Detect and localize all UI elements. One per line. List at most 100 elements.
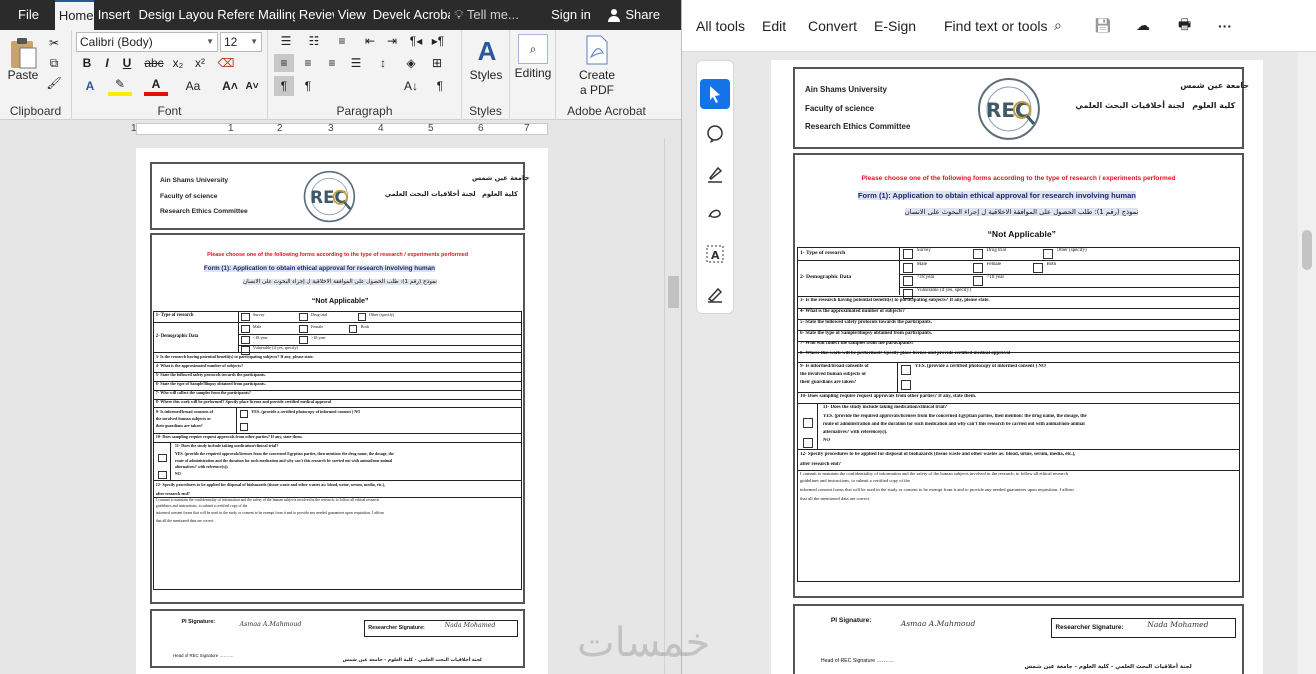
comment-icon[interactable] — [700, 119, 730, 149]
rtl-direction-icon[interactable]: ¶ — [274, 76, 294, 96]
styles-icon[interactable]: A — [470, 34, 504, 68]
tab-design[interactable]: Design — [135, 0, 175, 30]
multilevel-list-icon[interactable]: ≡ — [330, 32, 354, 50]
print-icon[interactable]: 🖶 — [1178, 14, 1218, 38]
bold-button[interactable]: B — [78, 54, 96, 72]
word-vertical-scrollbar[interactable] — [664, 138, 681, 674]
paste-button[interactable] — [6, 34, 40, 72]
sort-icon[interactable]: A↓ — [400, 76, 422, 96]
checkbox[interactable] — [803, 438, 813, 449]
sign-in-link[interactable]: Sign in — [547, 0, 603, 30]
acrobat-page[interactable]: Ain Shams University Faculty of science Re… — [771, 60, 1263, 674]
bullets-icon[interactable]: ☰ — [274, 32, 298, 50]
align-center-icon[interactable]: ≡ — [298, 54, 318, 72]
tab-file[interactable]: File — [0, 0, 55, 30]
more-options-icon[interactable]: ··· — [1218, 18, 1248, 34]
checkbox[interactable] — [158, 454, 167, 463]
draw-freehand-icon[interactable] — [700, 199, 730, 229]
create-pdf-icon[interactable] — [582, 34, 612, 66]
tab-mailings[interactable]: Mailings — [254, 0, 295, 30]
checkbox[interactable] — [158, 470, 167, 480]
subscript-button[interactable]: x₂ — [168, 54, 188, 72]
find-text-tools[interactable]: Find text or tools — [944, 18, 1054, 34]
scroll-thumb[interactable] — [1302, 230, 1312, 270]
checkbox[interactable] — [900, 380, 911, 391]
select-cursor-icon[interactable] — [700, 79, 730, 109]
borders-icon[interactable]: ⊞ — [426, 54, 448, 72]
grow-font-icon[interactable]: A˄ — [220, 76, 240, 96]
checkbox[interactable] — [902, 248, 913, 259]
clear-formatting-icon[interactable]: ⌫ — [216, 54, 236, 72]
search-icon[interactable]: ⌕ — [1054, 17, 1094, 34]
save-icon[interactable]: 💾︎ — [1094, 17, 1136, 34]
font-size-combo[interactable]: 12 ▼ — [220, 32, 262, 52]
tab-home[interactable]: Home — [54, 0, 94, 30]
tell-me-search[interactable]: 💡︎ Tell me... — [450, 0, 547, 30]
shrink-font-icon[interactable]: A˅ — [242, 76, 262, 96]
checkbox[interactable] — [349, 324, 358, 333]
checkbox[interactable] — [902, 262, 913, 273]
rtl-icon[interactable]: ¶◂ — [406, 32, 426, 50]
checkbox[interactable] — [900, 365, 911, 376]
justify-icon[interactable]: ☰ — [346, 54, 366, 72]
acrobat-vertical-scrollbar[interactable] — [1298, 52, 1316, 674]
checkbox[interactable] — [239, 410, 248, 419]
format-painter-icon[interactable]: 🖌︎ — [44, 74, 64, 92]
checkbox[interactable] — [972, 248, 983, 259]
ltr-icon[interactable]: ▸¶ — [428, 32, 448, 50]
font-color-icon[interactable]: A — [144, 76, 168, 96]
show-marks-icon[interactable]: ¶ — [430, 76, 450, 96]
tab-insert[interactable]: Insert — [94, 0, 135, 30]
checkbox[interactable] — [299, 313, 308, 322]
share-button[interactable]: Share — [603, 2, 677, 28]
underline-button[interactable]: U — [118, 54, 136, 72]
checkbox[interactable] — [241, 324, 250, 333]
search-icon[interactable]: ⌕ — [518, 34, 548, 64]
editing-label[interactable]: Editing — [510, 66, 556, 80]
tab-layout[interactable]: Layout — [174, 0, 213, 30]
checkbox[interactable] — [902, 275, 913, 286]
line-spacing-icon[interactable]: ↕ — [372, 54, 394, 72]
all-tools-menu[interactable]: All tools — [696, 18, 762, 34]
checkbox[interactable] — [239, 422, 248, 431]
checkbox[interactable] — [1042, 248, 1053, 259]
highlight-pen-icon[interactable] — [700, 159, 730, 189]
checkbox[interactable] — [972, 262, 983, 273]
word-document-area[interactable]: Ain Shams University Faculty of science Re… — [0, 138, 664, 674]
tab-acrobat[interactable]: Acrobat — [410, 0, 451, 30]
text-effects-icon[interactable]: A — [78, 76, 102, 96]
checkbox[interactable] — [241, 313, 250, 322]
copy-icon[interactable]: ⧉ — [44, 54, 64, 72]
checkbox[interactable] — [299, 335, 308, 344]
strikethrough-button[interactable]: abc — [142, 54, 166, 72]
convert-menu[interactable]: Convert — [808, 18, 874, 34]
font-name-combo[interactable]: Calibri (Body) ▼ — [76, 32, 218, 52]
sign-icon[interactable] — [700, 279, 730, 309]
checkbox[interactable] — [241, 335, 250, 344]
esign-menu[interactable]: E-Sign — [874, 18, 944, 34]
horizontal-ruler[interactable]: 1 1 2 3 4 5 6 7 — [0, 120, 681, 138]
align-right-icon[interactable]: ≡ — [322, 54, 342, 72]
checkbox[interactable] — [803, 418, 813, 429]
cut-icon[interactable]: ✂ — [44, 34, 64, 52]
tab-review[interactable]: Review — [295, 0, 334, 30]
superscript-button[interactable]: x² — [190, 54, 210, 72]
shading-icon[interactable]: ◈ — [400, 54, 422, 72]
ltr-direction-icon[interactable]: ¶ — [298, 76, 318, 96]
highlight-color-icon[interactable]: ✎ — [108, 76, 132, 96]
checkbox[interactable] — [1032, 262, 1043, 273]
tab-references[interactable]: References — [213, 0, 254, 30]
italic-button[interactable]: I — [98, 54, 116, 72]
tab-developer[interactable]: Developer — [369, 0, 410, 30]
tab-view[interactable]: View — [334, 0, 369, 30]
edit-menu[interactable]: Edit — [762, 18, 808, 34]
change-case-icon[interactable]: Aa — [182, 76, 204, 96]
word-page[interactable]: Ain Shams University Faculty of science Re… — [136, 148, 548, 674]
align-left-icon[interactable]: ≡ — [274, 54, 294, 72]
increase-indent-icon[interactable]: ⇥ — [382, 32, 402, 50]
checkbox[interactable] — [972, 275, 983, 286]
checkbox[interactable] — [357, 313, 366, 322]
upload-cloud-icon[interactable]: ☁︎ — [1136, 17, 1178, 34]
decrease-indent-icon[interactable]: ⇤ — [360, 32, 380, 50]
checkbox[interactable] — [299, 324, 308, 333]
